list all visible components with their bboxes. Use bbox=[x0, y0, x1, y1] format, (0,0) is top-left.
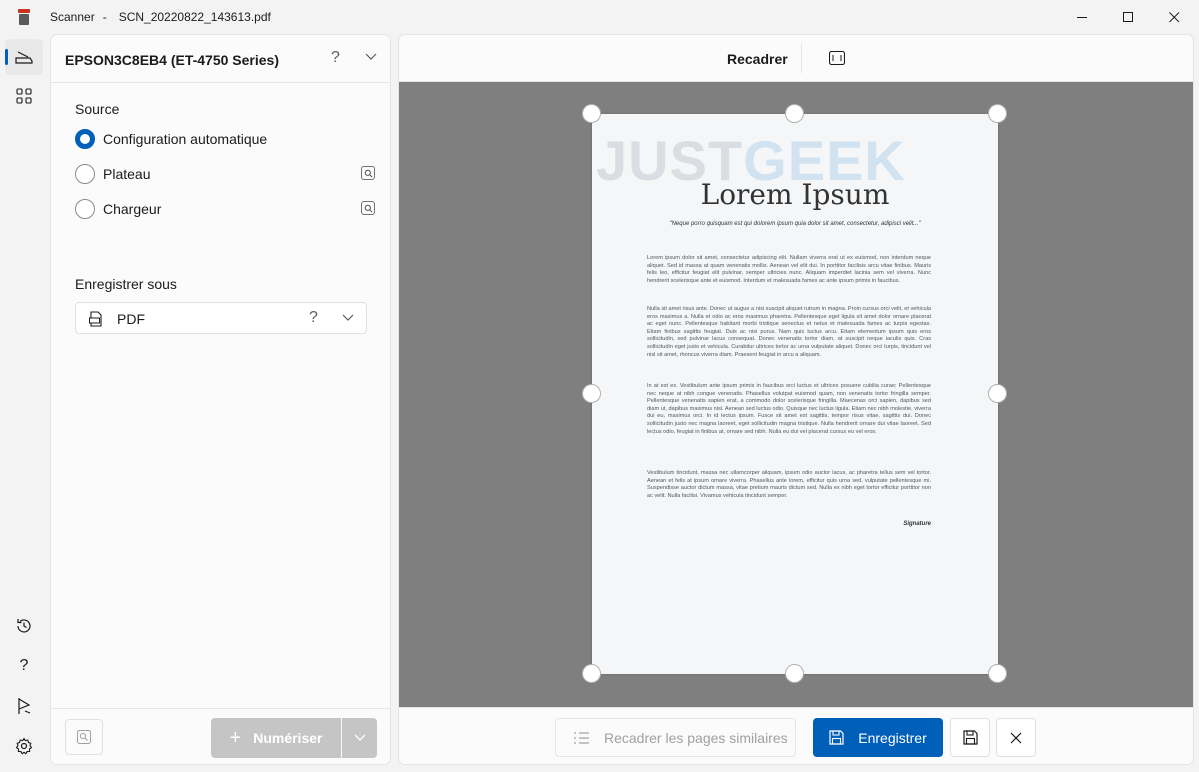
rail-active-indicator bbox=[5, 49, 8, 65]
list-icon bbox=[574, 731, 589, 744]
document-signature: Signature bbox=[903, 521, 931, 527]
crop-handle-bottom[interactable] bbox=[785, 664, 804, 683]
scanner-app-icon bbox=[18, 9, 30, 25]
radio-button[interactable] bbox=[75, 199, 95, 219]
scan-button[interactable]: + Numériser bbox=[211, 718, 341, 758]
close-icon bbox=[1010, 732, 1022, 743]
maximize-button[interactable] bbox=[1105, 0, 1151, 34]
rail-feedback-button[interactable] bbox=[5, 688, 43, 724]
radio-button[interactable] bbox=[75, 164, 95, 184]
scan-actions: + Numériser bbox=[51, 708, 390, 764]
crop-button[interactable]: Recadrer bbox=[727, 51, 788, 67]
rail-help-button[interactable]: ? bbox=[5, 648, 43, 684]
source-option-label: Chargeur bbox=[103, 201, 162, 217]
minimize-button[interactable] bbox=[1059, 0, 1105, 34]
document-paragraph: Vestibulum tincidunt, massa nec ullamcor… bbox=[647, 470, 931, 499]
discard-button[interactable] bbox=[996, 718, 1036, 757]
crop-handle-left[interactable] bbox=[582, 384, 601, 403]
preview-icon bbox=[77, 730, 91, 744]
scan-preview-panel: Recadrer JUSTGEEK Lorem Ipsum "Neque por… bbox=[398, 34, 1194, 765]
feedback-icon bbox=[18, 698, 31, 714]
device-name: EPSON3C8EB4 (ET-4750 Series) bbox=[65, 52, 279, 68]
file-format-select[interactable]: PDF ? bbox=[75, 302, 367, 334]
apps-grid-icon bbox=[16, 88, 32, 104]
document-title: Lorem Ipsum bbox=[700, 178, 890, 211]
toolbar-divider bbox=[801, 43, 802, 73]
navigation-rail: ? bbox=[0, 34, 48, 772]
scan-button-label: Numériser bbox=[253, 730, 323, 746]
crop-handle-bottom-right[interactable] bbox=[988, 664, 1007, 683]
crop-handle-top-right[interactable] bbox=[988, 104, 1007, 123]
pdf-file-icon bbox=[89, 311, 102, 327]
help-icon: ? bbox=[19, 657, 29, 674]
document-paragraph: Nulla sit amet risus ante. Donec ut augu… bbox=[647, 306, 931, 358]
device-help-icon[interactable]: ? bbox=[331, 49, 340, 67]
minimize-icon bbox=[1076, 16, 1087, 18]
scanner-icon bbox=[15, 51, 33, 64]
plus-icon: + bbox=[229, 726, 242, 749]
rail-apps-button[interactable] bbox=[5, 78, 43, 114]
crop-similar-pages-button[interactable]: Recadrer les pages similaires bbox=[555, 718, 796, 757]
preview-icon[interactable] bbox=[361, 201, 375, 215]
source-option-auto[interactable]: Configuration automatique bbox=[75, 127, 375, 151]
close-button[interactable] bbox=[1151, 0, 1197, 34]
preview-button[interactable] bbox=[65, 719, 103, 755]
settings-icon bbox=[15, 737, 33, 755]
title-separator: - bbox=[102, 10, 107, 24]
document-paragraph: In at est ex. Vestibulum ante ipsum prim… bbox=[647, 383, 931, 435]
document-subtitle: "Neque porro quisquam est qui dolorem ip… bbox=[669, 221, 921, 227]
preview-actions: Recadrer les pages similaires Enregistre… bbox=[399, 707, 1193, 764]
save-as-button[interactable] bbox=[950, 718, 990, 757]
preview-toolbar: Recadrer bbox=[399, 35, 1193, 82]
source-option-label: Plateau bbox=[103, 166, 151, 182]
crop-handle-top-left[interactable] bbox=[582, 104, 601, 123]
history-icon bbox=[17, 619, 31, 633]
chevron-down-icon bbox=[354, 734, 365, 741]
document-paragraph: Lorem ipsum dolor sit amet, consectetur … bbox=[647, 255, 931, 284]
close-icon bbox=[1168, 11, 1179, 22]
rail-history-button[interactable] bbox=[5, 608, 43, 644]
app-title: Scanner bbox=[50, 10, 95, 24]
save-icon bbox=[829, 730, 844, 745]
file-format-value: PDF bbox=[117, 311, 145, 327]
rail-settings-button[interactable] bbox=[5, 728, 43, 764]
maximize-icon bbox=[1122, 11, 1133, 22]
file-name: SCN_20220822_143613.pdf bbox=[118, 10, 271, 24]
save-icon bbox=[962, 730, 978, 745]
title-bar: Scanner - SCN_20220822_143613.pdf bbox=[0, 0, 1199, 34]
save-button-label: Enregistrer bbox=[858, 729, 927, 746]
rail-scan-button[interactable] bbox=[5, 39, 43, 75]
chevron-down-icon[interactable] bbox=[342, 314, 354, 322]
save-as-heading: Enregistrer sous bbox=[75, 276, 177, 292]
radio-button[interactable] bbox=[75, 129, 95, 149]
format-help-icon[interactable]: ? bbox=[309, 309, 318, 327]
crop-similar-label: Recadrer les pages similaires bbox=[604, 729, 788, 746]
preview-icon[interactable] bbox=[361, 166, 375, 180]
source-option-feeder[interactable]: Chargeur bbox=[75, 197, 375, 221]
crop-handle-top[interactable] bbox=[785, 104, 804, 123]
crop-handle-right[interactable] bbox=[988, 384, 1007, 403]
preview-canvas[interactable]: JUSTGEEK Lorem Ipsum "Neque porro quisqu… bbox=[399, 82, 1193, 707]
crop-handle-bottom-left[interactable] bbox=[582, 664, 601, 683]
source-option-label: Configuration automatique bbox=[103, 131, 268, 147]
scan-settings-panel: EPSON3C8EB4 (ET-4750 Series) ? Source Co… bbox=[50, 34, 391, 765]
save-button[interactable]: Enregistrer bbox=[813, 718, 943, 757]
scanned-page: JUSTGEEK Lorem Ipsum "Neque porro quisqu… bbox=[592, 114, 998, 674]
device-selector[interactable]: EPSON3C8EB4 (ET-4750 Series) ? bbox=[51, 35, 390, 83]
scan-options-dropdown[interactable] bbox=[342, 718, 377, 758]
source-option-flatbed[interactable]: Plateau bbox=[75, 162, 375, 186]
chevron-down-icon[interactable] bbox=[365, 53, 377, 61]
source-heading: Source bbox=[75, 101, 120, 117]
fit-to-window-icon[interactable] bbox=[829, 51, 845, 65]
